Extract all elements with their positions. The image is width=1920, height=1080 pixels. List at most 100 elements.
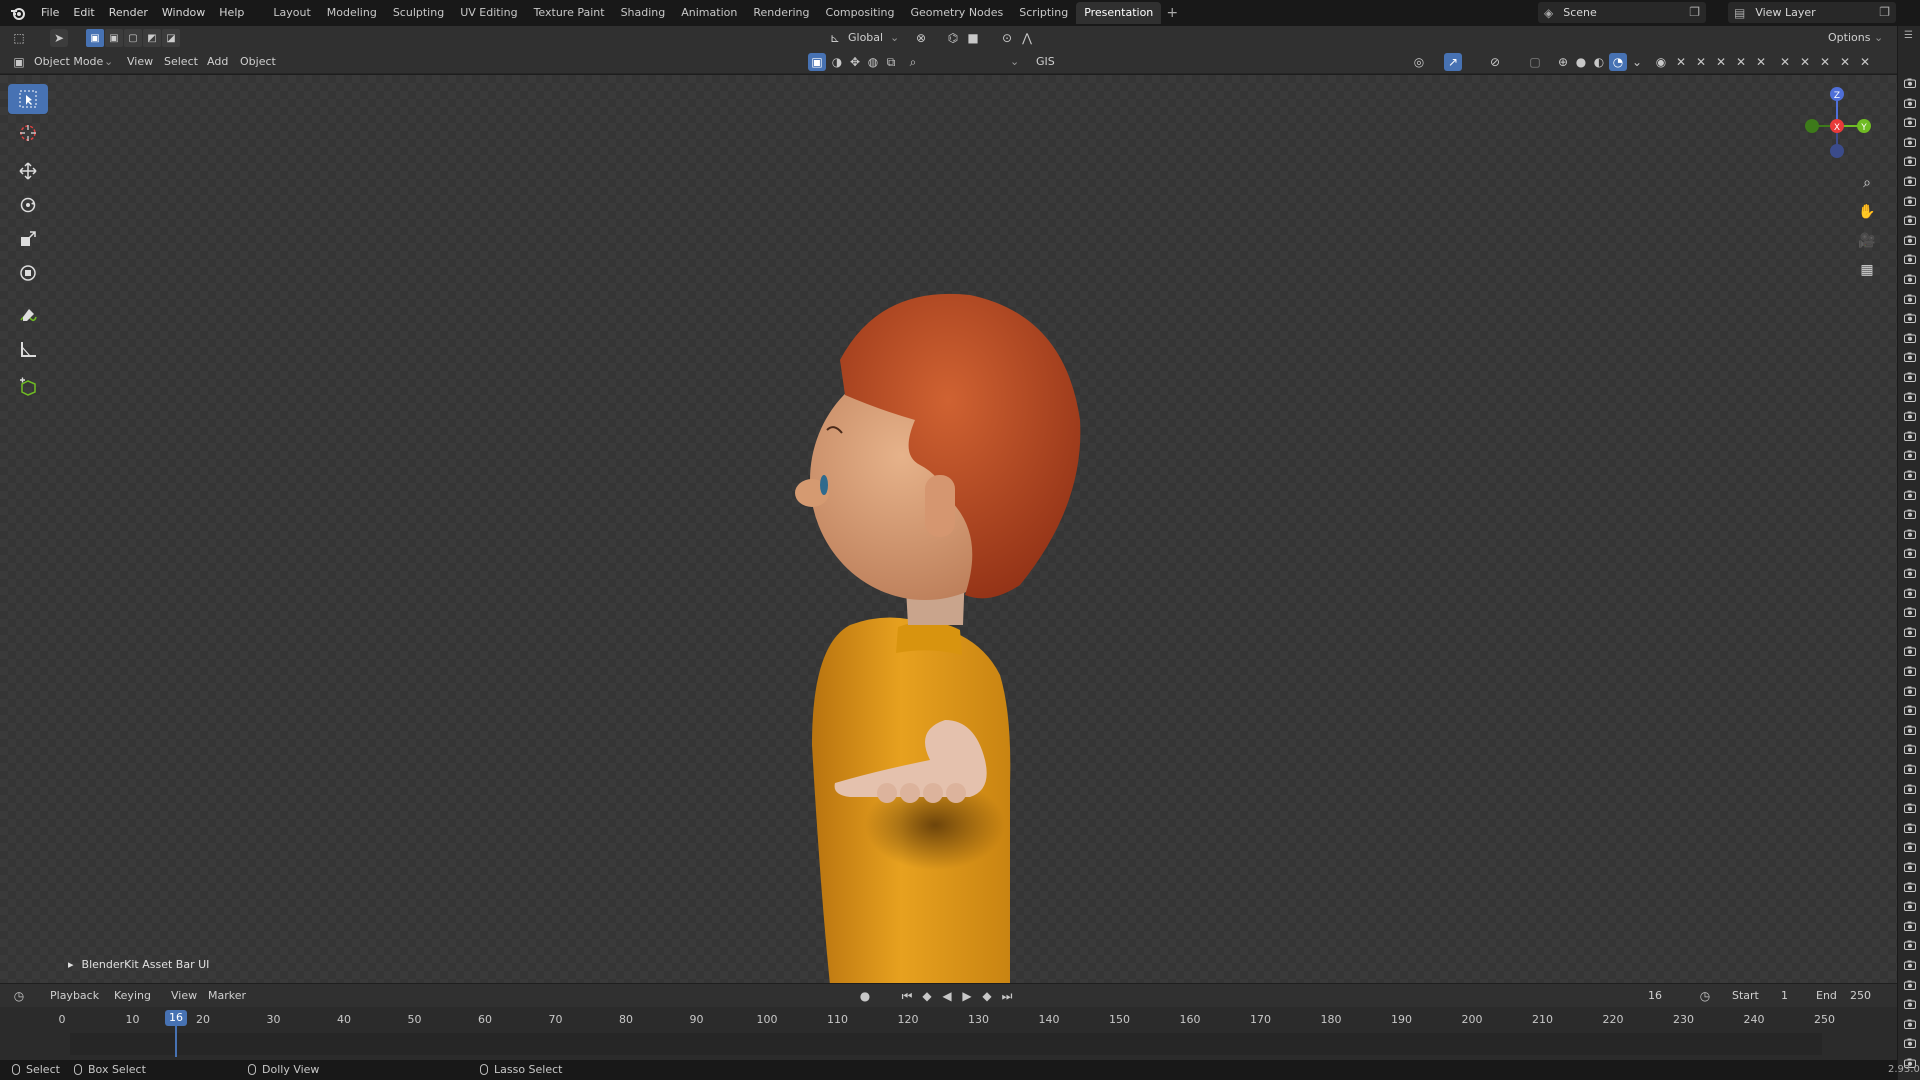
camera-restrict-icon[interactable] bbox=[1904, 392, 1916, 402]
add-cube-icon[interactable] bbox=[8, 372, 48, 402]
record-icon[interactable]: ● bbox=[856, 987, 874, 1005]
clock-icon[interactable]: ◷ bbox=[1696, 987, 1714, 1005]
eye-icon[interactable]: ◉ bbox=[1652, 53, 1670, 71]
camera-restrict-icon[interactable] bbox=[1904, 98, 1916, 108]
menu-keying[interactable]: Keying bbox=[114, 987, 151, 1005]
tab-sculpting[interactable]: Sculpting bbox=[385, 2, 452, 24]
playhead-frame-label[interactable]: 16 bbox=[165, 1010, 187, 1026]
camera-restrict-icon[interactable] bbox=[1904, 117, 1916, 127]
gizmo-neg-y[interactable] bbox=[1805, 119, 1819, 133]
tab-presentation[interactable]: Presentation bbox=[1076, 2, 1162, 24]
camera-restrict-icon[interactable] bbox=[1904, 901, 1916, 911]
play-reverse-icon[interactable]: ◀ bbox=[938, 987, 956, 1005]
select-subtract-icon[interactable]: ▢ bbox=[124, 29, 142, 47]
tab-compositing[interactable]: Compositing bbox=[818, 2, 903, 24]
scale-icon[interactable] bbox=[8, 224, 48, 254]
addon-tool-icon[interactable]: ✥ bbox=[846, 53, 864, 71]
camera-restrict-icon[interactable] bbox=[1904, 274, 1916, 284]
jump-end-icon[interactable]: ⏭ bbox=[998, 987, 1016, 1005]
annotate-icon[interactable] bbox=[8, 300, 48, 330]
add-workspace-button[interactable]: + bbox=[1161, 2, 1183, 24]
menu-help[interactable]: Help bbox=[212, 2, 251, 24]
camera-restrict-icon[interactable] bbox=[1904, 352, 1916, 362]
restrict-x-icon[interactable]: ✕ bbox=[1836, 53, 1854, 71]
restrict-x-icon[interactable]: ✕ bbox=[1672, 53, 1690, 71]
restrict-x-icon[interactable]: ✕ bbox=[1732, 53, 1750, 71]
gizmo-neg-z[interactable] bbox=[1830, 144, 1844, 158]
restrict-x-icon[interactable]: ✕ bbox=[1712, 53, 1730, 71]
camera-restrict-icon[interactable] bbox=[1904, 980, 1916, 990]
tab-shading[interactable]: Shading bbox=[613, 2, 674, 24]
menu-playback[interactable]: Playback bbox=[50, 987, 99, 1005]
camera-restrict-icon[interactable] bbox=[1904, 764, 1916, 774]
camera-restrict-icon[interactable] bbox=[1904, 254, 1916, 264]
camera-restrict-icon[interactable] bbox=[1904, 1019, 1916, 1029]
scene-selector[interactable]: ◈ Scene ❐ bbox=[1538, 2, 1706, 23]
select-intersect-icon[interactable]: ◪ bbox=[162, 29, 180, 47]
character-model[interactable] bbox=[700, 185, 1220, 983]
camera-restrict-icon[interactable] bbox=[1904, 294, 1916, 304]
restrict-x-icon[interactable]: ✕ bbox=[1692, 53, 1710, 71]
chevron-down-icon[interactable]: ⌄ bbox=[104, 53, 113, 71]
tab-layout[interactable]: Layout bbox=[265, 2, 318, 24]
addon-globe-icon[interactable]: ◍ bbox=[864, 53, 882, 71]
solid-shading-icon[interactable]: ● bbox=[1572, 53, 1590, 71]
falloff-icon[interactable]: ⋀ bbox=[1018, 29, 1036, 47]
camera-restrict-icon[interactable] bbox=[1904, 431, 1916, 441]
duplicate-icon[interactable]: ❐ bbox=[1689, 5, 1700, 19]
jump-start-icon[interactable]: ⏮ bbox=[898, 987, 916, 1005]
gizmo-icon[interactable]: ↗ bbox=[1444, 53, 1462, 71]
camera-restrict-icon[interactable] bbox=[1904, 921, 1916, 931]
camera-icon[interactable]: 🎥 bbox=[1855, 229, 1879, 253]
camera-restrict-icon[interactable] bbox=[1904, 940, 1916, 950]
search-icon[interactable]: ⌕ bbox=[904, 53, 922, 71]
menu-edit[interactable]: Edit bbox=[66, 2, 101, 24]
snap-target-icon[interactable]: ■ bbox=[964, 29, 982, 47]
camera-restrict-icon[interactable] bbox=[1904, 411, 1916, 421]
camera-restrict-icon[interactable] bbox=[1904, 156, 1916, 166]
camera-restrict-icon[interactable] bbox=[1904, 607, 1916, 617]
camera-restrict-icon[interactable] bbox=[1904, 490, 1916, 500]
tab-uv-editing[interactable]: UV Editing bbox=[452, 2, 525, 24]
menu-window[interactable]: Window bbox=[155, 2, 212, 24]
gis-menu[interactable]: GIS bbox=[1036, 53, 1055, 71]
object-mode-dropdown[interactable]: Object Mode bbox=[34, 53, 103, 71]
prev-keyframe-icon[interactable]: ◆ bbox=[918, 987, 936, 1005]
chevron-down-icon[interactable]: ⌄ bbox=[1010, 53, 1019, 71]
menu-object[interactable]: Object bbox=[240, 53, 276, 71]
tab-modeling[interactable]: Modeling bbox=[319, 2, 385, 24]
zoom-icon[interactable]: ⌕ bbox=[1855, 171, 1879, 195]
camera-restrict-icon[interactable] bbox=[1904, 588, 1916, 598]
snap-icon[interactable]: ⌬ bbox=[944, 29, 962, 47]
end-frame-field[interactable]: 250 bbox=[1850, 987, 1871, 1005]
camera-restrict-icon[interactable] bbox=[1904, 666, 1916, 676]
camera-restrict-icon[interactable] bbox=[1904, 960, 1916, 970]
hand-icon[interactable]: ✋ bbox=[1855, 200, 1879, 224]
camera-restrict-icon[interactable] bbox=[1904, 509, 1916, 519]
select-tool-icon[interactable]: ➤ bbox=[50, 29, 68, 47]
restrict-x-icon[interactable]: ✕ bbox=[1856, 53, 1874, 71]
camera-restrict-icon[interactable] bbox=[1904, 137, 1916, 147]
grid-icon[interactable]: ▦ bbox=[1855, 258, 1879, 282]
overlay-icon[interactable]: ⊘ bbox=[1486, 53, 1504, 71]
addon-shade-icon[interactable]: ◑ bbox=[828, 53, 846, 71]
transform-orientation-dropdown[interactable]: Global bbox=[848, 29, 883, 47]
measure-icon[interactable] bbox=[8, 334, 48, 364]
menu-marker[interactable]: Marker bbox=[208, 987, 246, 1005]
addon-layers-icon[interactable]: ⧉ bbox=[882, 53, 900, 71]
menu-view[interactable]: View bbox=[171, 987, 197, 1005]
tab-scripting[interactable]: Scripting bbox=[1011, 2, 1076, 24]
blender-logo-icon[interactable] bbox=[8, 3, 28, 23]
restrict-x-icon[interactable]: ✕ bbox=[1776, 53, 1794, 71]
menu-add[interactable]: Add bbox=[207, 53, 228, 71]
select-new-icon[interactable]: ▣ bbox=[86, 29, 104, 47]
camera-restrict-icon[interactable] bbox=[1904, 646, 1916, 656]
transform-icon[interactable] bbox=[8, 258, 48, 288]
blenderkit-asset-bar[interactable]: ▸ BlenderKit Asset Bar UI bbox=[68, 958, 209, 971]
restrict-x-icon[interactable]: ✕ bbox=[1796, 53, 1814, 71]
camera-restrict-icon[interactable] bbox=[1904, 686, 1916, 696]
play-icon[interactable]: ▶ bbox=[958, 987, 976, 1005]
options-dropdown[interactable]: Options bbox=[1828, 29, 1870, 47]
rendered-shading-icon[interactable]: ◔ bbox=[1609, 53, 1627, 71]
menu-file[interactable]: File bbox=[34, 2, 66, 24]
